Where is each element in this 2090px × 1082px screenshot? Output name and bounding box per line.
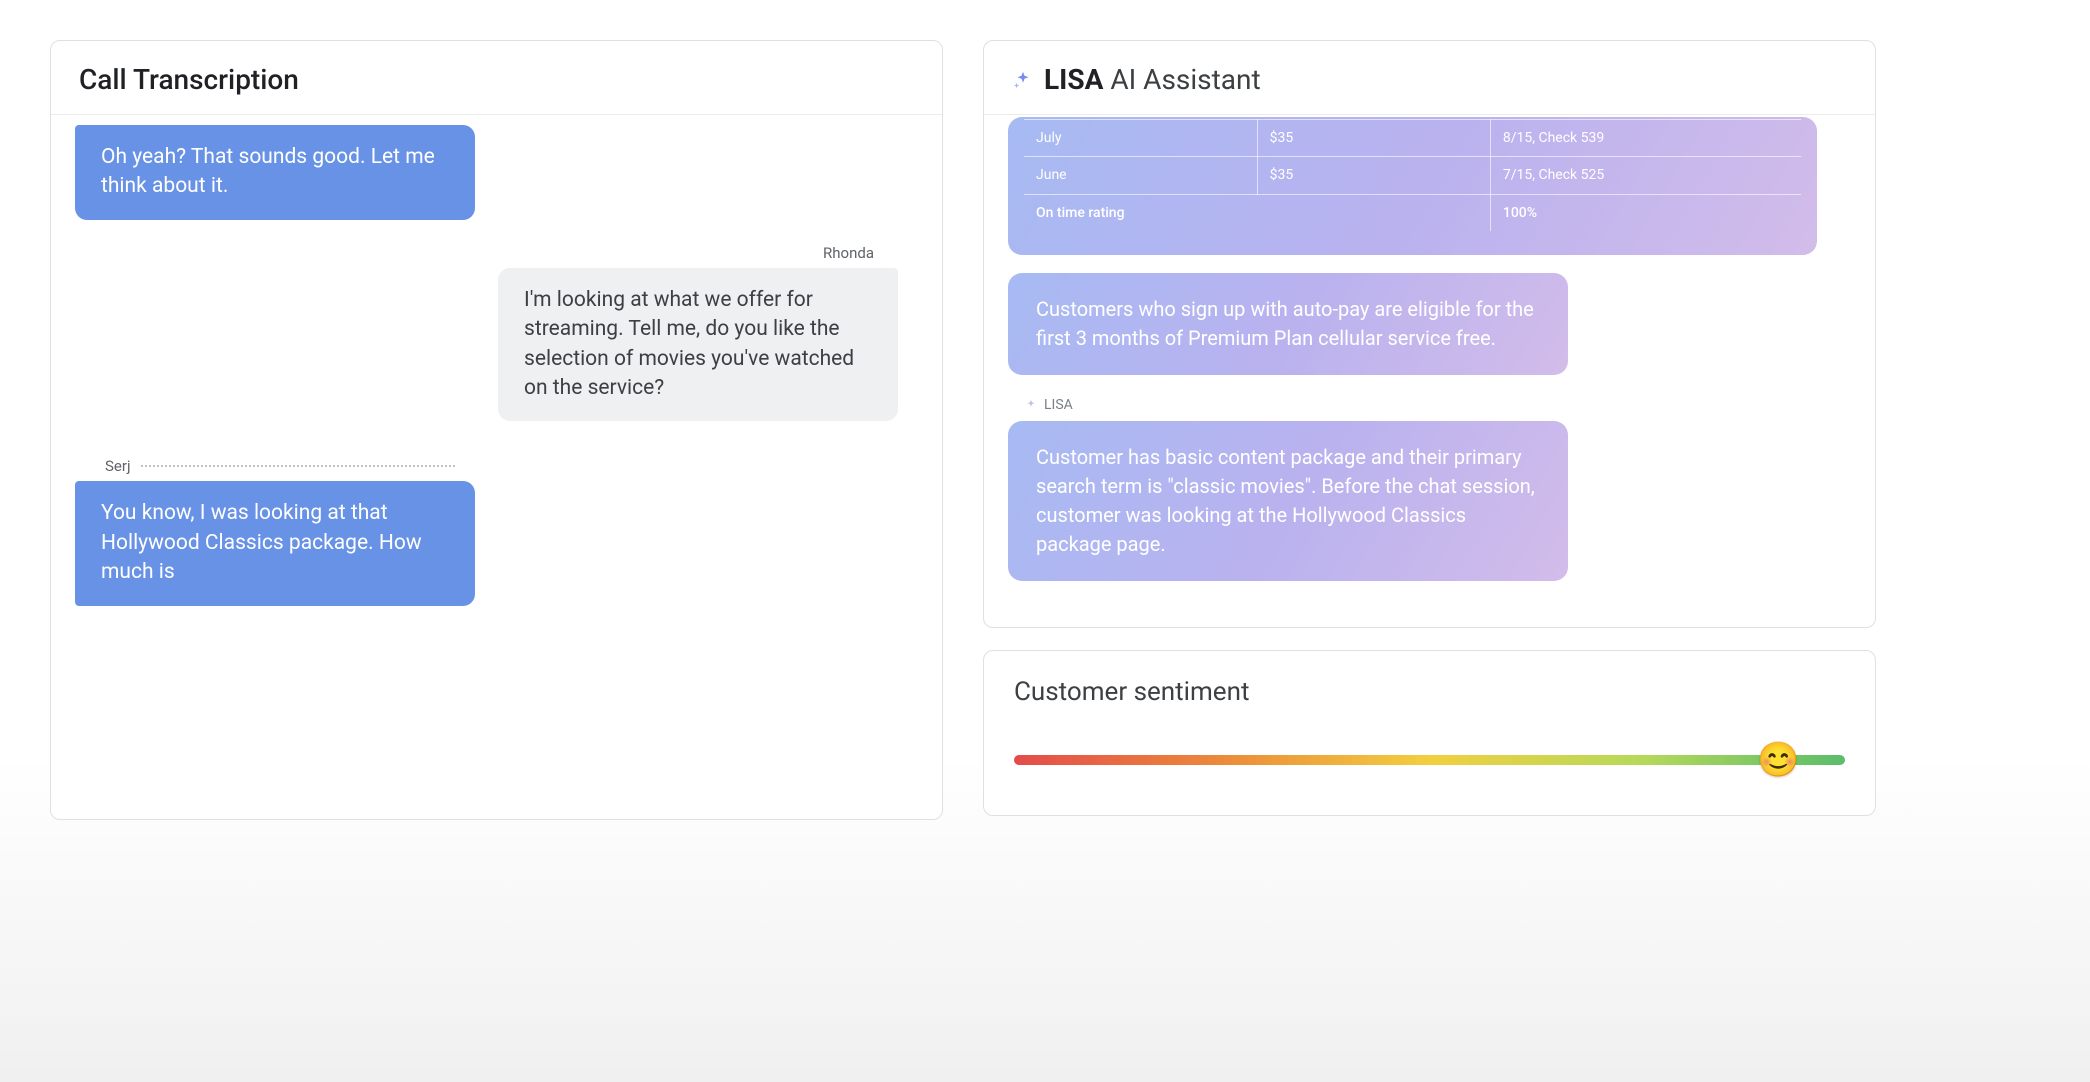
call-transcription-body: Oh yeah? That sounds good. Let me think …	[51, 115, 942, 630]
speaker-label-agent: Rhonda	[823, 244, 874, 262]
lisa-card-text: Customer has basic content package and t…	[1036, 445, 1535, 556]
lisa-card-insight: Customer has basic content package and t…	[1008, 421, 1568, 581]
call-transcription-title: Call Transcription	[79, 63, 299, 96]
sentiment-slider-thumb[interactable]: 😊	[1757, 743, 1799, 777]
lisa-card-text: Customers who sign up with auto-pay are …	[1036, 297, 1534, 350]
lisa-speaker-name: LISA	[1044, 397, 1073, 413]
table-row-rating: On time rating 100%	[1024, 194, 1801, 231]
sentiment-slider-track[interactable]: 😊	[1014, 755, 1845, 765]
speaker-label-customer-row: Serj	[105, 457, 455, 475]
sentiment-title: Customer sentiment	[1014, 677, 1845, 707]
speaker-label-customer: Serj	[105, 457, 131, 475]
customer-sentiment-panel: Customer sentiment 😊	[983, 650, 1876, 816]
cell-month: July	[1024, 120, 1257, 157]
lisa-header: LISA AI Assistant	[984, 41, 1875, 115]
chat-text: I'm looking at what we offer for streami…	[524, 288, 854, 400]
sentiment-body: Customer sentiment 😊	[984, 651, 1875, 815]
lisa-speaker-label: LISA	[1024, 397, 1851, 413]
sparkle-icon	[1024, 398, 1038, 412]
cell-detail: 8/15, Check 539	[1490, 120, 1801, 157]
lisa-body: July $35 8/15, Check 539 June $35 7/15, …	[984, 115, 1875, 627]
lisa-assistant-panel: LISA AI Assistant July $35 8/15, Check 5…	[983, 40, 1876, 628]
lisa-title-thin: AI Assistant	[1110, 63, 1260, 96]
payment-history-table: July $35 8/15, Check 539 June $35 7/15, …	[1024, 119, 1801, 231]
chat-bubble-customer: Oh yeah? That sounds good. Let me think …	[75, 125, 475, 220]
lisa-card-insight: Customers who sign up with auto-pay are …	[1008, 273, 1568, 375]
cell-rating-value: 100%	[1490, 194, 1801, 231]
cell-month: June	[1024, 157, 1257, 194]
sparkle-icon	[1012, 69, 1034, 91]
cell-amount: $35	[1257, 120, 1490, 157]
speaker-divider	[141, 465, 455, 467]
chat-bubble-agent: I'm looking at what we offer for streami…	[498, 268, 898, 422]
cell-amount: $35	[1257, 157, 1490, 194]
cell-rating-label: On time rating	[1024, 194, 1490, 231]
chat-text: You know, I was looking at that Hollywoo…	[101, 501, 422, 584]
table-row: July $35 8/15, Check 539	[1024, 120, 1801, 157]
call-transcription-header: Call Transcription	[51, 41, 942, 115]
lisa-card-payment-history: July $35 8/15, Check 539 June $35 7/15, …	[1008, 117, 1817, 255]
cell-detail: 7/15, Check 525	[1490, 157, 1801, 194]
chat-bubble-customer: You know, I was looking at that Hollywoo…	[75, 481, 475, 605]
call-transcription-panel: Call Transcription Oh yeah? That sounds …	[50, 40, 943, 820]
table-row: June $35 7/15, Check 525	[1024, 157, 1801, 194]
chat-text: Oh yeah? That sounds good. Let me think …	[101, 145, 435, 198]
lisa-title-bold: LISA	[1044, 63, 1103, 96]
